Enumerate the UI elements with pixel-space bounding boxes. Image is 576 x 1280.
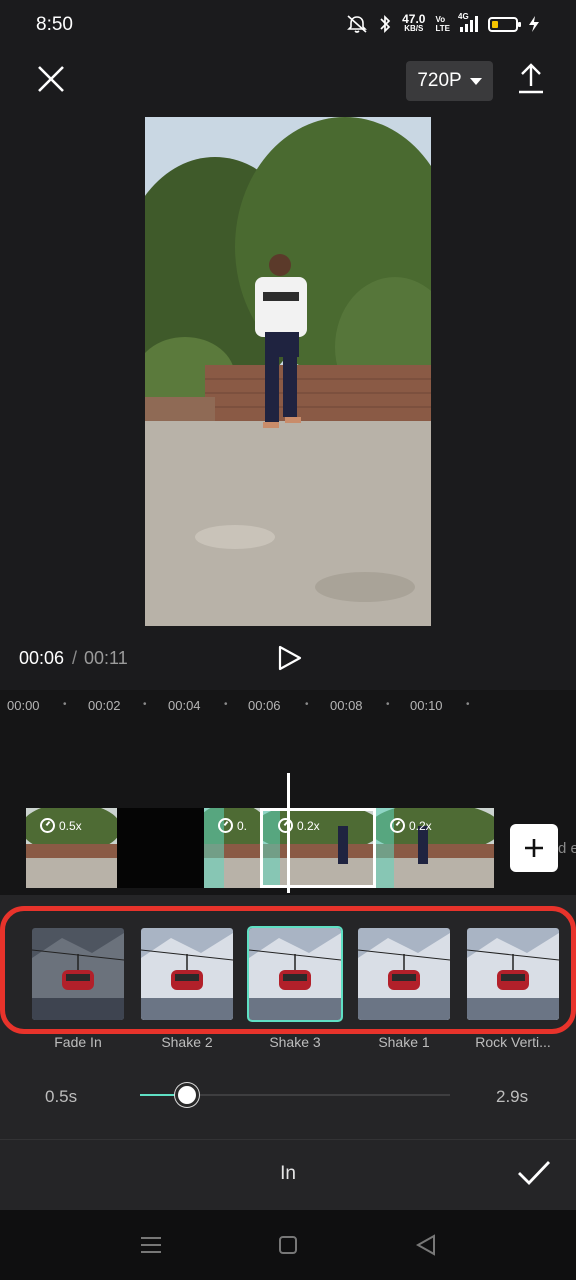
signal-icon: 4G [458,12,478,32]
divider [0,1139,576,1140]
resolution-label: 720P [417,70,462,91]
preview-image [145,117,431,626]
current-time: 00:06 [19,648,65,668]
ruler-label: 00:04 [168,698,201,713]
menu-icon[interactable] [141,1236,161,1254]
bluetooth-icon [380,14,391,34]
video-preview[interactable] [145,117,431,626]
slider-thumb[interactable] [174,1083,199,1107]
animation-option[interactable] [247,926,343,1022]
volte-top: Vo [435,15,446,24]
status-icons: 47.0 KB/S Vo LTE 4G [346,12,540,34]
net-speed-unit: KB/S [404,24,424,33]
animation-option[interactable] [358,928,450,1020]
animation-thumbnail [141,928,233,1020]
back-icon[interactable] [415,1234,437,1256]
trailing-text: d e [558,840,576,857]
animation-option-label: Rock Verti... [475,1034,551,1050]
animation-thumbnail [249,928,341,1020]
add-clip-button[interactable] [510,824,558,872]
ruler-label: 00:00 [7,698,40,713]
ruler-label: 00:02 [88,698,121,713]
clip-speed: 0.2x [409,818,432,833]
clip-speed: 0. [237,818,248,833]
panel-title: In [280,1163,296,1184]
net-speed-value: 47.0 [402,12,426,26]
net-speed: 47.0 KB/S [402,12,426,34]
animation-option-label: Shake 3 [269,1034,321,1050]
duration-min: 0.5s [45,1087,78,1106]
timeline-ruler: 00:00 • 00:02 • 00:04 • 00:06 • 00:08 • … [7,698,470,713]
animation-option[interactable] [32,928,124,1020]
speed-icon [390,818,405,833]
duration-slider[interactable] [140,1083,450,1107]
volte-bottom: LTE [435,24,450,33]
animation-thumbnail [32,928,124,1020]
plus-icon [525,839,543,857]
animation-thumbnail [358,928,450,1020]
total-time: 00:11 [84,648,128,668]
resolution-button[interactable]: 720P [406,61,493,101]
play-icon[interactable] [276,644,304,672]
status-bar: 8:50 47.0 KB/S Vo LTE 4G [0,0,576,52]
timeline-clip[interactable]: 0. [204,808,260,888]
status-time: 8:50 [36,14,73,35]
ruler-label: 00:06 [248,698,281,713]
upload-icon[interactable] [515,62,547,96]
caret-down-icon [469,77,482,85]
ruler-label: 00:08 [330,698,363,713]
animation-option-label: Shake 2 [161,1034,213,1050]
ruler-label: 00:10 [410,698,443,713]
system-nav-bar [0,1210,576,1280]
timeline-clip[interactable]: 0.2x [376,808,494,888]
network-type: 4G [458,12,469,21]
selected-clip-frame [260,808,376,888]
timeline-clip[interactable]: 0.5x [26,808,117,888]
mute-icon [347,15,368,33]
animation-thumbnail [467,928,559,1020]
animation-option[interactable] [141,928,233,1020]
speed-icon [40,818,55,833]
battery-icon [488,16,521,32]
timeline-gap [117,808,204,888]
charging-icon [529,16,539,32]
timeline[interactable]: 00:00 • 00:02 • 00:04 • 00:06 • 00:08 • … [0,690,576,895]
animation-option[interactable] [467,928,559,1020]
playhead[interactable] [287,773,290,893]
speed-badge: 0. [218,818,247,833]
animation-option-label: Fade In [54,1034,102,1050]
animation-option-label: Shake 1 [378,1034,430,1050]
speed-badge: 0.2x [390,818,432,833]
clip-speed: 0.5x [59,818,82,833]
speed-badge: 0.5x [40,818,82,833]
speed-icon [218,818,233,833]
checkmark-icon[interactable] [516,1158,552,1188]
volte-indicator: Vo LTE [435,15,450,33]
close-icon[interactable] [34,62,68,96]
home-icon[interactable] [279,1236,297,1254]
duration-max: 2.9s [496,1087,529,1106]
time-separator: / [72,648,78,668]
